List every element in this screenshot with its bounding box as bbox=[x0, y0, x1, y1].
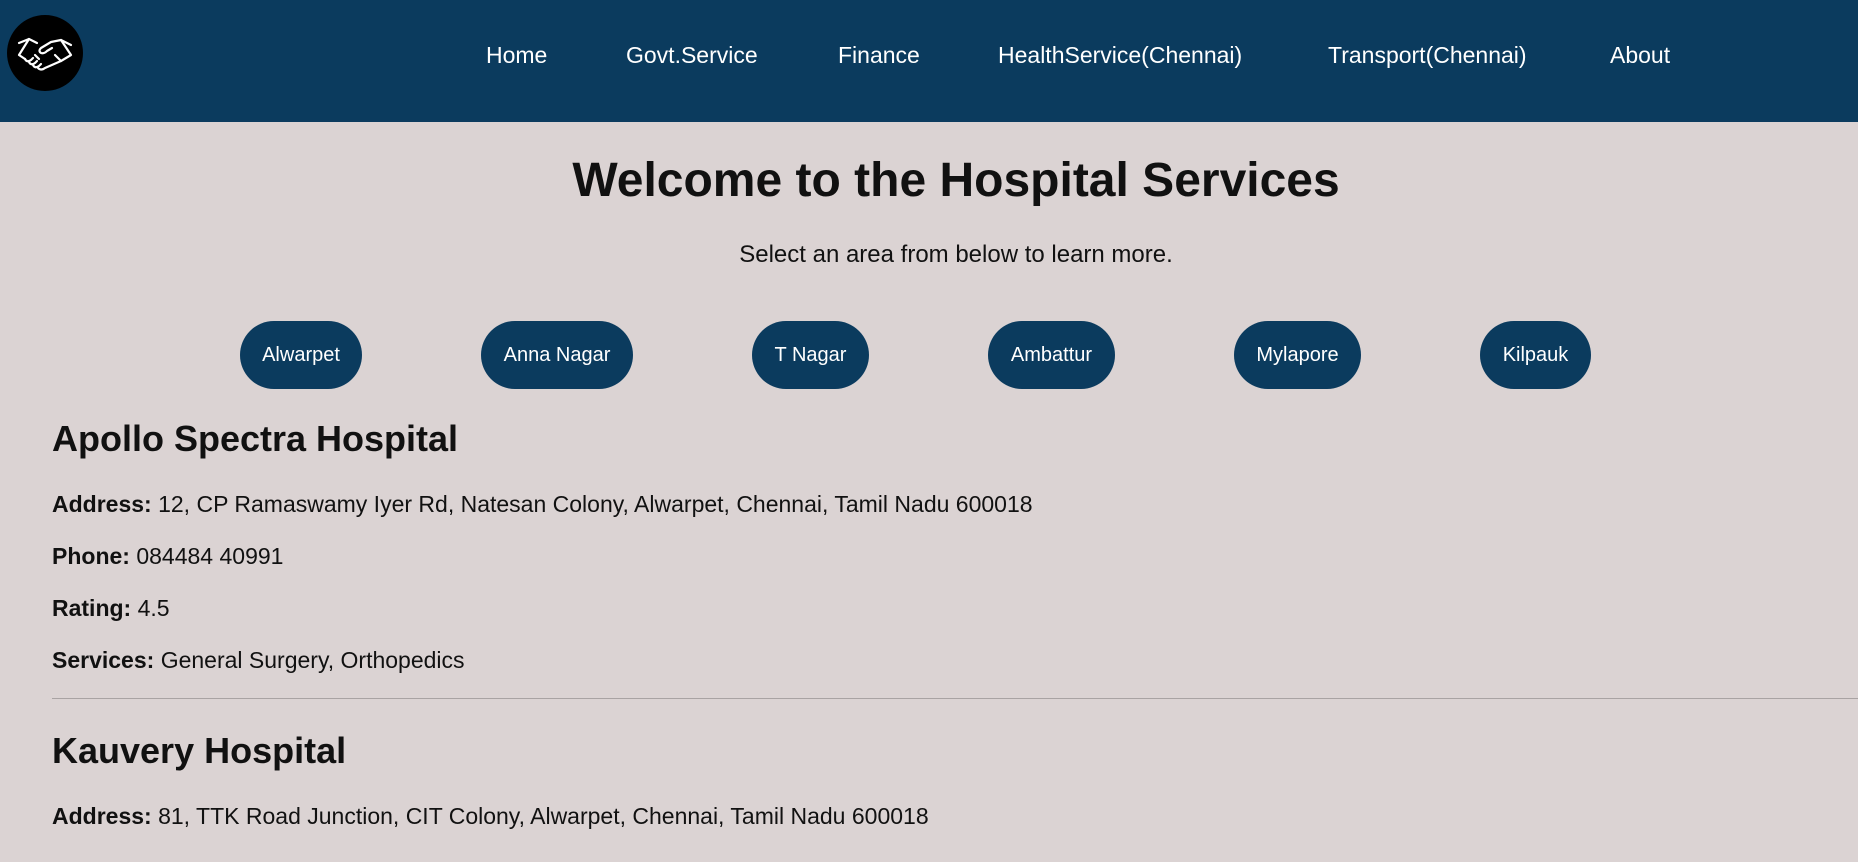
nav-about[interactable]: About bbox=[1610, 42, 1670, 69]
area-button-anna-nagar[interactable]: Anna Nagar bbox=[481, 321, 633, 389]
hospital-phone: Phone: 084484 40991 bbox=[52, 543, 283, 570]
hospital-rating: Rating: 4.5 bbox=[52, 595, 170, 622]
top-navbar: Home Govt.Service Finance HealthService(… bbox=[0, 0, 1858, 122]
address-value: 12, CP Ramaswamy Iyer Rd, Natesan Colony… bbox=[158, 491, 1033, 517]
nav-govt-service[interactable]: Govt.Service bbox=[626, 42, 758, 69]
address-value: 81, TTK Road Junction, CIT Colony, Alwar… bbox=[158, 803, 929, 829]
area-button-t-nagar[interactable]: T Nagar bbox=[752, 321, 869, 389]
page-title: Welcome to the Hospital Services bbox=[572, 154, 1340, 207]
nav-health-service[interactable]: HealthService(Chennai) bbox=[998, 42, 1242, 69]
nav-home[interactable]: Home bbox=[486, 42, 547, 69]
address-label: Address: bbox=[52, 491, 152, 517]
area-button-kilpauk[interactable]: Kilpauk bbox=[1480, 321, 1591, 389]
area-button-ambattur[interactable]: Ambattur bbox=[988, 321, 1115, 389]
handshake-icon bbox=[17, 37, 73, 71]
rating-label: Rating: bbox=[52, 595, 132, 621]
rating-value: 4.5 bbox=[137, 595, 170, 621]
logo[interactable] bbox=[7, 15, 83, 91]
hospital-address: Address: 81, TTK Road Junction, CIT Colo… bbox=[52, 803, 929, 830]
nav-finance[interactable]: Finance bbox=[838, 42, 920, 69]
area-button-alwarpet[interactable]: Alwarpet bbox=[240, 321, 362, 389]
page-subtitle: Select an area from below to learn more. bbox=[739, 241, 1173, 268]
area-button-mylapore[interactable]: Mylapore bbox=[1234, 321, 1361, 389]
hospital-name: Apollo Spectra Hospital bbox=[52, 418, 459, 459]
nav-transport[interactable]: Transport(Chennai) bbox=[1328, 42, 1527, 69]
hospital-name: Kauvery Hospital bbox=[52, 730, 347, 771]
services-label: Services: bbox=[52, 647, 155, 673]
services-value: General Surgery, Orthopedics bbox=[160, 647, 465, 673]
hospital-address: Address: 12, CP Ramaswamy Iyer Rd, Nates… bbox=[52, 491, 1033, 518]
phone-label: Phone: bbox=[52, 543, 130, 569]
hospital-divider bbox=[52, 698, 1858, 699]
hospital-services: Services: General Surgery, Orthopedics bbox=[52, 647, 465, 674]
address-label: Address: bbox=[52, 803, 152, 829]
phone-value: 084484 40991 bbox=[136, 543, 284, 569]
